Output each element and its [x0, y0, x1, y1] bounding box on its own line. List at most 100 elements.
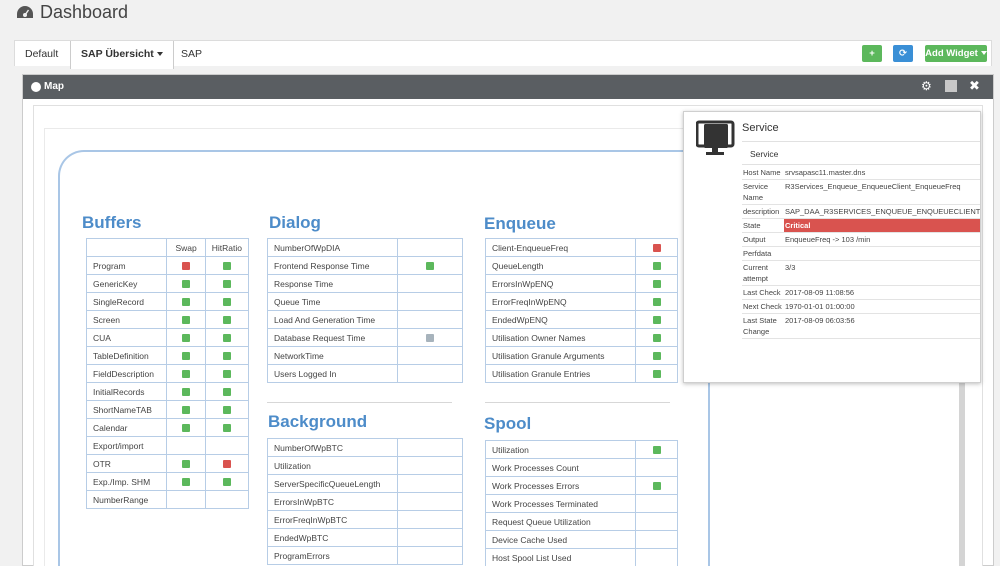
status-ok-icon[interactable] [652, 316, 661, 325]
status-ok-icon[interactable] [182, 424, 191, 433]
metric-name[interactable]: EndedWpBTC [267, 528, 398, 547]
tab-default[interactable]: Default [15, 41, 68, 67]
metric-name[interactable]: CUA [85, 328, 168, 347]
status-critical-icon[interactable] [222, 460, 231, 469]
status-cell [397, 346, 463, 365]
metric-name[interactable]: ErrorsInWpBTC [267, 492, 398, 511]
metric-name[interactable]: Work Processes Terminated [485, 494, 636, 513]
status-ok-icon[interactable] [182, 316, 191, 325]
status-critical-icon[interactable] [182, 262, 191, 271]
metric-name[interactable]: QueueLength [485, 256, 636, 275]
close-icon[interactable]: ✖ [969, 78, 980, 94]
metric-name[interactable]: GenericKey [85, 274, 168, 293]
status-ok-icon[interactable] [652, 298, 661, 307]
status-ok-icon[interactable] [652, 446, 661, 455]
metric-name[interactable]: ShortNameTAB [85, 400, 168, 419]
status-ok-icon[interactable] [222, 388, 231, 397]
status-ok-icon[interactable] [182, 352, 191, 361]
status-ok-icon[interactable] [222, 334, 231, 343]
metric-name[interactable]: Screen [85, 310, 168, 329]
metric-name[interactable]: Request Queue Utilization [485, 512, 636, 531]
metric-name[interactable]: NetworkTime [267, 346, 398, 365]
status-critical-icon[interactable] [652, 244, 661, 253]
status-ok-icon[interactable] [182, 370, 191, 379]
metric-name[interactable]: Database Request Time [267, 328, 398, 347]
metric-name[interactable]: OTR [85, 454, 168, 473]
metric-name[interactable]: Utilization [267, 456, 398, 475]
tab-sap[interactable]: SAP [171, 41, 212, 67]
status-unknown-icon[interactable] [426, 334, 434, 343]
refresh-button[interactable]: ⟳ [893, 45, 913, 62]
metric-name[interactable]: NumberOfWpDIA [267, 238, 398, 257]
metric-name[interactable]: Device Cache Used [485, 530, 636, 549]
add-button[interactable]: + [862, 45, 882, 62]
metric-name[interactable]: NumberOfWpBTC [267, 438, 398, 457]
metric-name[interactable]: ServerSpecificQueueLength [267, 474, 398, 493]
status-ok-icon[interactable] [426, 262, 434, 271]
metric-name[interactable]: Program [85, 256, 168, 275]
table-row: QueueLength [485, 256, 678, 275]
metric-name[interactable]: ProgramErrors [267, 546, 398, 565]
status-ok-icon[interactable] [222, 298, 231, 307]
metric-name[interactable]: Exp./Imp. SHM [85, 472, 168, 491]
metric-name[interactable]: Users Logged In [267, 364, 398, 383]
metric-name[interactable]: Response Time [267, 274, 398, 293]
metric-name[interactable]: Utilization [485, 440, 636, 459]
status-ok-icon[interactable] [222, 406, 231, 415]
status-ok-icon[interactable] [182, 280, 191, 289]
tab-sap-uebersicht[interactable]: SAP Übersicht [70, 41, 174, 69]
status-cell [397, 274, 463, 293]
status-ok-icon[interactable] [652, 482, 661, 491]
metric-name[interactable]: Work Processes Count [485, 458, 636, 477]
gear-icon[interactable]: ⚙ [921, 79, 932, 93]
metric-name[interactable]: ErrorFreqInWpENQ [485, 292, 636, 311]
metric-name[interactable]: Calendar [85, 418, 168, 437]
metric-name[interactable]: FieldDescription [85, 364, 168, 383]
status-ok-icon[interactable] [182, 478, 191, 487]
metric-name[interactable]: Utilisation Granule Arguments [485, 346, 636, 365]
status-ok-icon[interactable] [652, 334, 661, 343]
metric-name[interactable]: InitialRecords [85, 382, 168, 401]
status-ok-icon[interactable] [182, 334, 191, 343]
status-ok-icon[interactable] [652, 262, 661, 271]
status-ok-icon[interactable] [222, 316, 231, 325]
status-cell [166, 346, 206, 365]
metric-name[interactable]: Host Spool List Used [485, 548, 636, 566]
spool-table: Utilization Work Processes Count Work Proc… [485, 440, 678, 566]
fullscreen-icon[interactable] [945, 80, 957, 92]
status-ok-icon[interactable] [222, 280, 231, 289]
status-ok-icon[interactable] [182, 406, 191, 415]
status-ok-icon[interactable] [222, 478, 231, 487]
metric-name[interactable]: ErrorsInWpENQ [485, 274, 636, 293]
metric-name[interactable]: NumberRange [85, 490, 168, 509]
metric-name[interactable]: TableDefinition [85, 346, 168, 365]
metric-name[interactable]: ErrorFreqInWpBTC [267, 510, 398, 529]
status-ok-icon[interactable] [222, 262, 231, 271]
metric-name[interactable]: Utilisation Granule Entries [485, 364, 636, 383]
metric-name[interactable]: Export/import [85, 436, 168, 455]
status-cell [635, 292, 678, 311]
scrollbar[interactable] [959, 366, 965, 566]
status-ok-icon[interactable] [652, 280, 661, 289]
status-ok-icon[interactable] [182, 460, 191, 469]
status-ok-icon[interactable] [182, 298, 191, 307]
metric-name[interactable]: Load And Generation Time [267, 310, 398, 329]
status-cell [204, 256, 250, 275]
status-ok-icon[interactable] [652, 352, 661, 361]
metric-name[interactable]: EndedWpENQ [485, 310, 636, 329]
divider [485, 402, 670, 403]
metric-name[interactable]: Client-EnqueueFreq [485, 238, 636, 257]
status-ok-icon[interactable] [222, 424, 231, 433]
status-ok-icon[interactable] [222, 370, 231, 379]
metric-name[interactable]: Queue Time [267, 292, 398, 311]
metric-name[interactable]: Work Processes Errors [485, 476, 636, 495]
metric-name[interactable]: Frontend Response Time [267, 256, 398, 275]
detail-value: 2017-08-09 06:03:56 [784, 313, 980, 339]
status-ok-icon[interactable] [652, 370, 661, 379]
add-widget-button[interactable]: Add Widget [925, 45, 987, 62]
status-cell [635, 310, 678, 329]
metric-name[interactable]: SingleRecord [85, 292, 168, 311]
status-ok-icon[interactable] [222, 352, 231, 361]
metric-name[interactable]: Utilisation Owner Names [485, 328, 636, 347]
status-ok-icon[interactable] [182, 388, 191, 397]
